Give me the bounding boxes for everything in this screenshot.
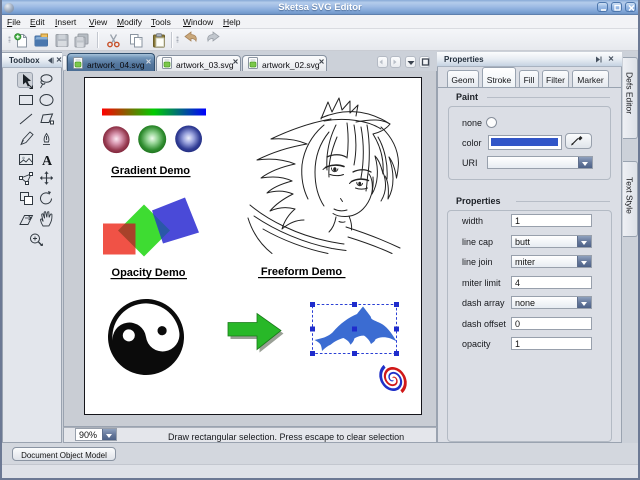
- svg-text:A: A: [42, 154, 53, 169]
- svg-text:Freeform Demo: Freeform Demo: [261, 266, 343, 278]
- svg-text:Opacity Demo: Opacity Demo: [112, 267, 186, 279]
- svg-text:Gradient Demo: Gradient Demo: [111, 165, 190, 177]
